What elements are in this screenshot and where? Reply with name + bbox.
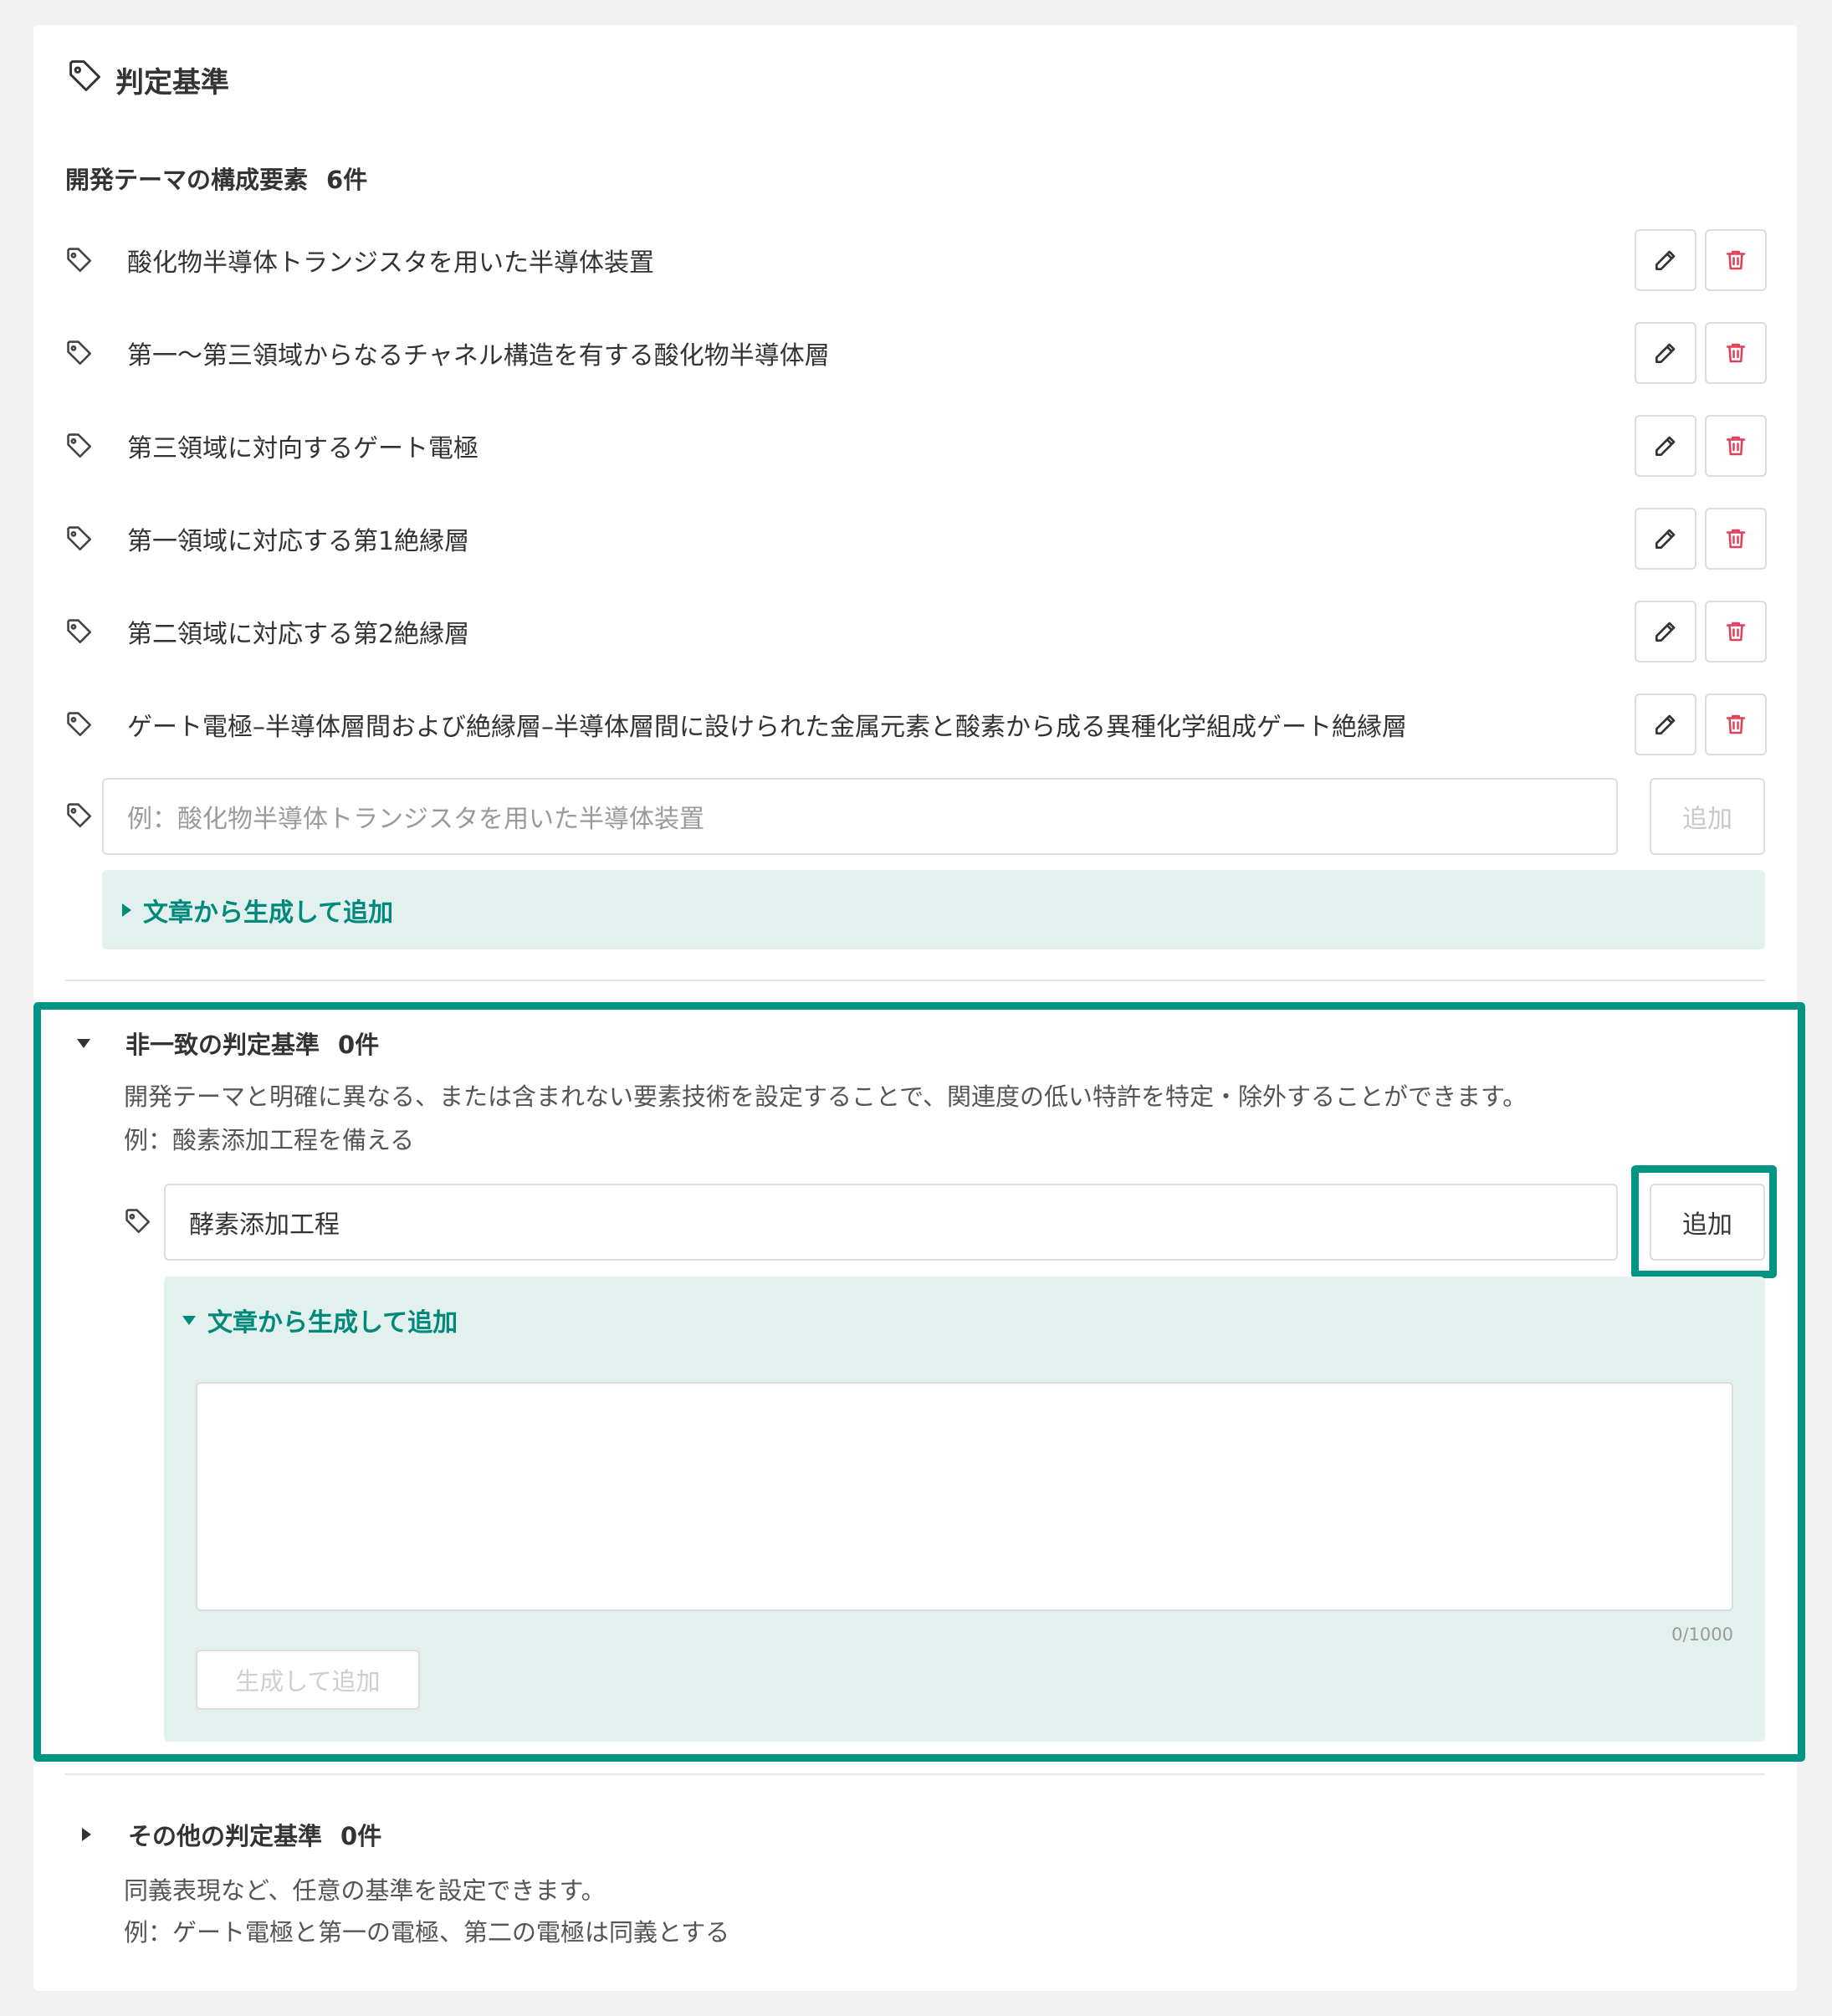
other-count: 0件 [340,1822,382,1850]
caret-right-icon [82,1828,91,1841]
caret-right-icon [122,903,131,917]
edit-button[interactable] [1635,508,1696,570]
caret-down-icon [182,1315,196,1325]
tag-icon [65,339,127,367]
constituent-heading: 開発テーマの構成要素 6件 [65,161,367,196]
constituent-input[interactable]: 例：酸化物半導体トランジスタを用いた半導体装置 [102,778,1618,855]
divider [65,980,1765,981]
pencil-icon [1652,711,1679,738]
delete-button[interactable] [1705,601,1767,663]
constituent-item-row: 第一～第三領域からなるチャネル構造を有する酸化物半導体層 [65,321,1767,385]
edit-button[interactable] [1635,601,1696,663]
constituent-generate-label: 文章から生成して追加 [143,898,394,928]
mismatch-heading-label: 非一致の判定基準 [125,1031,320,1059]
section-title: 判定基準 [115,65,229,100]
mismatch-generate-textarea[interactable] [196,1382,1733,1611]
delete-button[interactable] [1705,415,1767,477]
constituent-item-label: 第一～第三領域からなるチャネル構造を有する酸化物半導体層 [127,341,830,371]
mismatch-heading[interactable]: 非一致の判定基準 0件 [77,1026,379,1061]
constituent-generate-toggle[interactable]: 文章から生成して追加 [122,892,393,929]
tag-icon [65,617,127,646]
constituent-item-label: 第三領域に対向するゲート電極 [127,434,478,463]
trash-icon [1723,340,1748,366]
mismatch-example: 例：酸素添加工程を備える [124,1126,415,1154]
mismatch-add-button[interactable]: 追加 [1650,1184,1765,1261]
trash-icon [1723,711,1748,738]
tag-icon [67,58,104,102]
delete-button[interactable] [1705,229,1767,291]
edit-button[interactable] [1635,415,1696,477]
trash-icon [1723,618,1748,645]
constituent-generate-panel[interactable]: 文章から生成して追加 [102,870,1765,949]
tag-icon [65,432,127,460]
divider [65,1773,1765,1775]
caret-down-icon [77,1038,90,1048]
constituent-add-button[interactable]: 追加 [1650,778,1765,855]
constituent-item-row: ゲート電極–半導体層間および絶縁層–半導体層間に設けられた金属元素と酸素から成る… [65,693,1767,756]
other-heading[interactable]: その他の判定基準 0件 [82,1817,381,1852]
pencil-icon [1652,432,1679,459]
constituent-item-row: 酸化物半導体トランジスタを用いた半導体装置 [65,228,1767,292]
constituent-count: 6件 [326,166,368,194]
other-description: 同義表現など、任意の基準を設定できます。 [124,1876,606,1905]
mismatch-count: 0件 [338,1031,380,1059]
constituent-item-label: 第二領域に対応する第2絶縁層 [127,620,470,649]
mismatch-generate-panel: 文章から生成して追加 0/1000 生成して追加 [164,1277,1765,1742]
constituent-item-label: 酸化物半導体トランジスタを用いた半導体装置 [127,248,654,278]
delete-button[interactable] [1705,693,1767,755]
mismatch-generate-toggle[interactable]: 文章から生成して追加 [182,1302,458,1338]
tag-icon [65,246,127,274]
delete-button[interactable] [1705,322,1767,384]
tag-icon [124,1188,166,1255]
other-example: 例：ゲート電極と第一の電極、第二の電極は同義とする [124,1918,730,1947]
delete-button[interactable] [1705,508,1767,570]
edit-button[interactable] [1635,322,1696,384]
constituent-item-row: 第二領域に対応する第2絶縁層 [65,600,1767,663]
pencil-icon [1652,340,1679,366]
constituent-item-label: ゲート電極–半導体層間および絶縁層–半導体層間に設けられた金属元素と酸素から成る… [127,713,1407,742]
section-header: 判定基準 [67,59,229,100]
constituent-item-label: 第一領域に対応する第1絶縁層 [127,527,470,556]
trash-icon [1723,525,1748,552]
constituent-item-row: 第三領域に対向するゲート電極 [65,414,1767,478]
other-heading-label: その他の判定基準 [128,1822,323,1850]
mismatch-generate-button[interactable]: 生成して追加 [196,1650,420,1710]
constituent-heading-label: 開発テーマの構成要素 [65,166,309,194]
pencil-icon [1652,525,1679,552]
trash-icon [1723,432,1748,459]
mismatch-description: 開発テーマと明確に異なる、または含まれない要素技術を設定することで、関連度の低い… [124,1082,1528,1111]
tag-icon [65,710,127,739]
mismatch-input-value: 酵素添加工程 [189,1210,340,1240]
edit-button[interactable] [1635,229,1696,291]
constituent-input-placeholder: 例：酸化物半導体トランジスタを用いた半導体装置 [127,805,704,834]
trash-icon [1723,247,1748,274]
constituent-item-row: 第一領域に対応する第1絶縁層 [65,507,1767,571]
mismatch-generate-label: 文章から生成して追加 [207,1308,458,1338]
mismatch-input[interactable]: 酵素添加工程 [164,1184,1618,1261]
pencil-icon [1652,247,1679,274]
tag-icon [65,524,127,553]
textarea-char-counter: 0/1000 [1671,1625,1733,1645]
edit-button[interactable] [1635,693,1696,755]
pencil-icon [1652,618,1679,645]
